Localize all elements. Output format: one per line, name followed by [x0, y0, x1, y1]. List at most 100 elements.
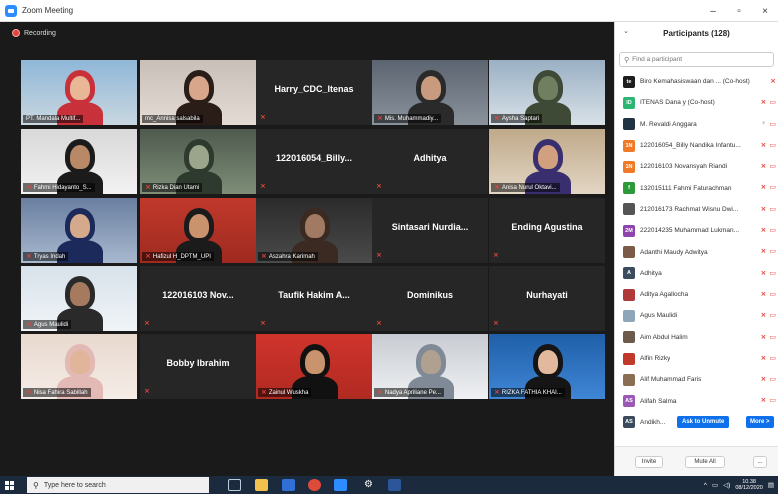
participant-name: M. Revaldi Anggara [640, 120, 697, 128]
recording-dot-icon [12, 29, 20, 37]
search-icon: ⚲ [33, 480, 39, 490]
participant-name: RIZKA FATHIA KHAI... [501, 389, 562, 396]
zoom-taskbar-icon[interactable] [334, 479, 347, 491]
video-tile[interactable]: Harry_CDC_Itenas ⨯ [256, 60, 372, 125]
video-tile[interactable]: ⨯ Anisa Nurul Oktavi... [489, 129, 605, 194]
participant-name: Harry_CDC_Itenas [274, 84, 354, 94]
participant-name-label: mc_Annisa salsabila [142, 115, 203, 123]
participant-row[interactable]: Aditya Agallocha ⨯ ▭ [615, 284, 778, 305]
video-tile[interactable]: ⨯ RIZKA FATHIA KHAI... [489, 334, 605, 399]
muted-mic-icon: ⨯ [145, 253, 151, 260]
muted-mic-icon: ⨯ [26, 184, 32, 191]
avatar [623, 203, 635, 216]
muted-mic-icon: ⨯ [760, 184, 767, 192]
close-button[interactable]: × [752, 0, 778, 22]
participant-row[interactable]: AS Alifah Salma ⨯ ▭ [615, 390, 778, 411]
more-button[interactable]: More > [746, 415, 774, 428]
ask-to-unmute-button[interactable]: Ask to Unmute [677, 415, 730, 428]
video-off-icon: ▭ [769, 354, 776, 362]
tray-chevron-icon[interactable]: ^ [704, 482, 707, 489]
video-tile[interactable]: ⨯ Mis. Muhammadiy... [372, 60, 488, 125]
participant-row[interactable]: M. Revaldi Anggara ♀ ▭ [615, 114, 778, 135]
taskbar-search[interactable]: ⚲ Type here to search [27, 477, 209, 493]
task-view-icon[interactable] [228, 479, 241, 491]
participant-row[interactable]: f 132015111 Fahmi Faturachman ⨯ ▭ [615, 177, 778, 198]
minimize-button[interactable]: – [700, 0, 726, 22]
participant-name: Sintasari Nurdia... [391, 222, 469, 232]
participant-name: 122016103 Nov... [162, 290, 234, 300]
participant-row[interactable]: Alfin Rizky ⨯ ▭ [615, 348, 778, 369]
video-tile[interactable]: mc_Annisa salsabila [140, 60, 256, 125]
muted-mic-icon: ⨯ [770, 78, 776, 85]
participant-row[interactable]: Alif Muhammad Faris ⨯ ▭ [615, 369, 778, 390]
video-tile[interactable]: ⨯ Agus Maulidi [21, 266, 137, 331]
video-off-icon: ▭ [769, 269, 776, 277]
windows-start-icon[interactable] [0, 476, 18, 494]
participant-row[interactable]: 212016173 Rachmat Wisnu Dwi... ⨯ ▭ [615, 199, 778, 220]
participant-search-input[interactable] [632, 56, 763, 63]
video-tile[interactable]: Dominikus ⨯ [372, 266, 488, 331]
video-tile[interactable]: Ending Agustina ⨯ [489, 198, 605, 263]
participant-name: Andikh... [640, 418, 666, 426]
video-tile[interactable]: Taufik Hakim A... ⨯ [256, 266, 372, 331]
muted-mic-icon: ⨯ [144, 320, 150, 327]
video-tile[interactable]: ⨯ Nadya Apriliane Pe... [372, 334, 488, 399]
participants-header: ⌄ Participants (128) [615, 22, 778, 44]
participant-name: Fahmi Hidayanto_S... [33, 184, 92, 191]
settings-gear-icon[interactable]: ⚙ [362, 479, 375, 491]
word-icon[interactable] [388, 479, 401, 491]
video-off-icon: ▭ [769, 333, 776, 341]
participant-row[interactable]: te Biro Kemahasiswaan dan ... (Co-host) ⨯ [615, 71, 778, 92]
video-off-icon: ▭ [769, 397, 776, 405]
network-icon[interactable]: ▭ [712, 481, 718, 489]
avatar: A [623, 267, 635, 280]
muted-mic-icon: ⨯ [26, 389, 32, 396]
participant-row[interactable]: ID ITENAS Dana y (Co-host) ⨯ ▭ [615, 92, 778, 113]
video-tile[interactable]: 122016054_Billy... ⨯ [256, 129, 372, 194]
participant-name: Aim Abdul Halim [640, 333, 688, 341]
participant-row[interactable]: Aim Abdul Halim ⨯ ▭ [615, 327, 778, 348]
video-tile[interactable]: ⨯ Tryas Indah [21, 198, 137, 263]
participant-row[interactable]: AS Andikh... Ask to Unmute More > [615, 412, 778, 433]
volume-icon[interactable]: ◁) [723, 481, 730, 489]
video-tile[interactable]: Adhitya ⨯ [372, 129, 488, 194]
windows-taskbar: ⚲ Type here to search ⚙ ^ ▭ ◁) 10.38 08/… [0, 476, 778, 494]
maximize-button[interactable]: ▫ [726, 0, 752, 22]
video-tile[interactable]: PT. Mandala Multif... [21, 60, 137, 125]
muted-mic-icon: ⨯ [261, 389, 267, 396]
chrome-icon[interactable] [308, 479, 321, 491]
participant-row[interactable]: 1N 122016054_Billy Nandika Infantu... ⨯ ▭ [615, 135, 778, 156]
file-explorer-icon[interactable] [255, 479, 268, 491]
participant-name-label: ⨯ Tryas Indah [23, 252, 69, 261]
avatar: ID [623, 96, 635, 109]
video-tile[interactable]: ⨯ Nisa Fahira Sabillah [21, 334, 137, 399]
participant-row[interactable]: Adanthi Maudy Adwitya ⨯ ▭ [615, 241, 778, 262]
mute-all-button[interactable]: Mute All [685, 456, 725, 468]
video-off-icon: ▭ [769, 99, 776, 107]
video-tile[interactable]: ⨯ Aysha Saptari [489, 60, 605, 125]
video-tile[interactable]: 122016103 Nov... ⨯ [140, 266, 256, 331]
clock[interactable]: 10.38 08/12/2020 [735, 479, 763, 492]
participant-name-label: ⨯ Mis. Muhammadiy... [374, 114, 442, 123]
muted-mic-icon: ⨯ [760, 141, 767, 149]
video-tile[interactable]: ⨯ Aszahra Karimah [256, 198, 372, 263]
store-icon[interactable] [282, 479, 295, 491]
notification-icon[interactable]: ▤ [768, 481, 774, 489]
video-tile[interactable]: ⨯ Rizka Dian Utami [140, 129, 256, 194]
invite-button[interactable]: Invite [635, 456, 663, 468]
video-tile[interactable]: Sintasari Nurdia... ⨯ [372, 198, 488, 263]
video-tile[interactable]: ⨯ Zainul Wuskha [256, 334, 372, 399]
participant-row[interactable]: 2M 222014235 Muhammad Lukman... ⨯ ▭ [615, 220, 778, 241]
participant-row[interactable]: 1N 122016103 Novansyah Riandi ⨯ ▭ [615, 156, 778, 177]
participant-row[interactable]: Agus Maulidi ⨯ ▭ [615, 305, 778, 326]
participant-row[interactable]: A Adhitya ⨯ ▭ [615, 263, 778, 284]
recording-indicator[interactable]: Recording [12, 29, 56, 37]
video-tile[interactable]: Nurhayati ⨯ [489, 266, 605, 331]
video-tile[interactable]: Bobby Ibrahim ⨯ [140, 334, 256, 399]
muted-mic-icon: ⨯ [376, 320, 382, 327]
video-tile[interactable]: ⨯ Fahmi Hidayanto_S... [21, 129, 137, 194]
video-tile[interactable]: ⨯ Hafizul H_DPTM_UPI [140, 198, 256, 263]
gallery-view: Recording PT. Mandala Multif... mc_Annisa… [0, 22, 614, 476]
participant-search[interactable]: ⚲ [619, 52, 774, 67]
more-options-button[interactable]: ... [753, 456, 767, 468]
